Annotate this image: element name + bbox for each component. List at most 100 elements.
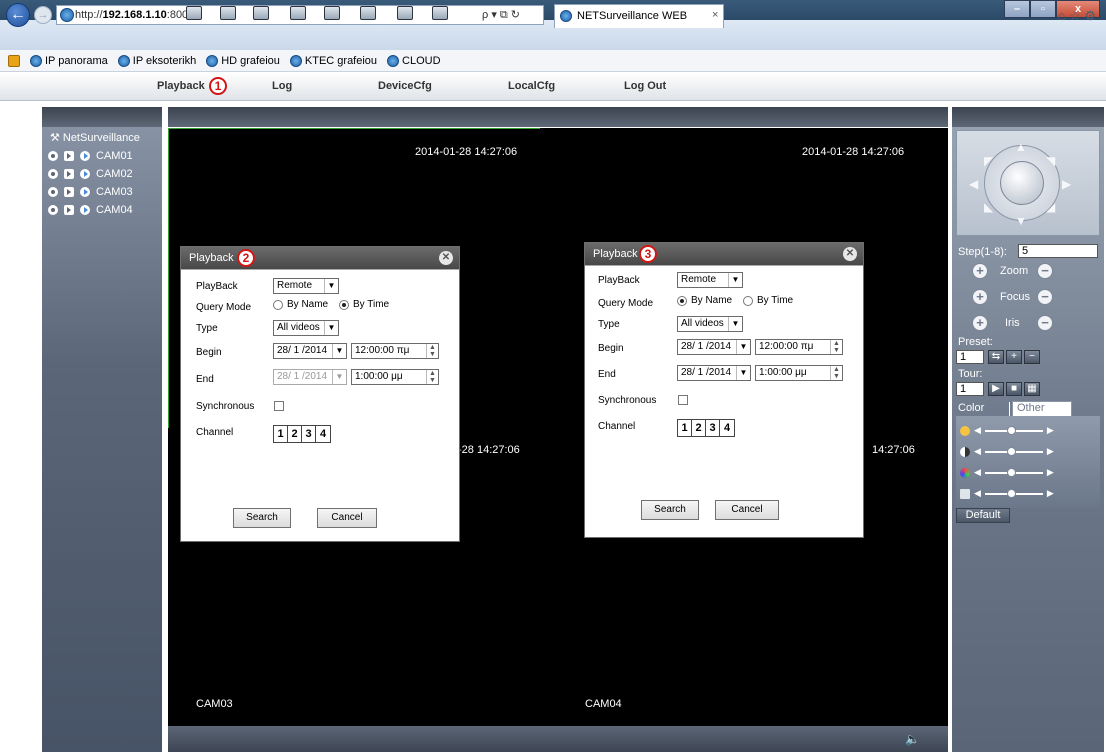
record-icon[interactable] bbox=[48, 187, 58, 197]
play-icon[interactable] bbox=[80, 187, 90, 197]
quad-view-icon[interactable] bbox=[253, 6, 269, 20]
browser-tab[interactable]: NETSurveillance WEB bbox=[554, 4, 724, 28]
favorite-link[interactable]: CLOUD bbox=[387, 54, 441, 67]
ptz-upright-icon[interactable]: ◥ bbox=[1046, 154, 1055, 168]
tour-input[interactable]: 1 bbox=[956, 382, 984, 396]
camera-row[interactable]: CAM02 bbox=[48, 168, 133, 180]
menu-devicecfg[interactable]: DeviceCfg bbox=[378, 80, 432, 92]
tour-stop-icon[interactable]: ■ bbox=[1006, 382, 1022, 396]
synchronous-checkbox[interactable] bbox=[274, 401, 284, 411]
favorite-link[interactable]: IP panorama bbox=[30, 54, 108, 67]
stream-icon[interactable] bbox=[64, 187, 74, 197]
tour-grid-icon[interactable]: ▦ bbox=[1024, 382, 1040, 396]
menu-logout[interactable]: Log Out bbox=[624, 80, 666, 92]
camera-row[interactable]: CAM01 bbox=[48, 150, 133, 162]
play-icon[interactable] bbox=[80, 151, 90, 161]
record-icon[interactable] bbox=[48, 169, 58, 179]
record-all-icon[interactable] bbox=[397, 6, 413, 20]
close-icon[interactable]: ✕ bbox=[439, 251, 453, 265]
stream-icon[interactable] bbox=[64, 151, 74, 161]
menu-log[interactable]: Log bbox=[272, 80, 292, 92]
single-view-icon[interactable] bbox=[220, 6, 236, 20]
tab-close-icon[interactable]: × bbox=[712, 9, 718, 21]
ptz-left-icon[interactable]: ◀ bbox=[969, 177, 978, 191]
spinner-icon[interactable]: ▲ ▼ bbox=[426, 344, 438, 358]
channel-1[interactable]: 1 bbox=[678, 420, 692, 436]
channel-2[interactable]: 2 bbox=[288, 426, 302, 442]
channel-4[interactable]: 4 bbox=[316, 426, 330, 442]
zoom-out-icon[interactable]: − bbox=[1037, 263, 1053, 279]
spinner-icon[interactable]: ▲ ▼ bbox=[830, 366, 842, 380]
by-name-radio[interactable] bbox=[677, 296, 687, 306]
by-time-radio[interactable] bbox=[339, 300, 349, 310]
end-time-input[interactable]: 1:00:00 μμ ▲ ▼ bbox=[755, 365, 843, 381]
ptz-upleft-icon[interactable]: ◤ bbox=[984, 154, 993, 168]
maximize-button[interactable]: ▫ bbox=[1030, 0, 1056, 18]
begin-time-input[interactable]: 12:00:00 πμ ▲ ▼ bbox=[351, 343, 439, 359]
menu-localcfg[interactable]: LocalCfg bbox=[508, 80, 555, 92]
begin-date-picker[interactable]: 28/ 1 /2014 ▼ bbox=[677, 339, 751, 355]
saturation-slider[interactable]: ◀ ▶ bbox=[960, 467, 1054, 478]
minimize-button[interactable]: – bbox=[1004, 0, 1030, 18]
ptz-downleft-icon[interactable]: ◣ bbox=[984, 200, 993, 214]
ptz-downright-icon[interactable]: ◢ bbox=[1046, 200, 1055, 214]
record-icon[interactable] bbox=[48, 205, 58, 215]
stream-icon[interactable] bbox=[64, 205, 74, 215]
goto-preset-icon[interactable]: ⇆ bbox=[988, 350, 1004, 364]
ptz-up-icon[interactable]: ▲ bbox=[1015, 140, 1027, 154]
home-favorites-tools-icons[interactable]: ⌂ ☆ ⚙ bbox=[1058, 8, 1096, 24]
open-all-icon[interactable] bbox=[290, 6, 306, 20]
channel-3[interactable]: 3 bbox=[706, 420, 720, 436]
ptz-right-icon[interactable]: ▶ bbox=[1062, 177, 1071, 191]
stop-record-icon[interactable] bbox=[432, 6, 448, 20]
close-icon[interactable]: ✕ bbox=[843, 247, 857, 261]
forward-button[interactable]: → bbox=[34, 6, 52, 24]
ptz-down-icon[interactable]: ▼ bbox=[1015, 214, 1027, 228]
cancel-button[interactable]: Cancel bbox=[317, 508, 377, 528]
playback-select[interactable]: Remote ▼ bbox=[273, 278, 339, 294]
focus-out-icon[interactable]: − bbox=[1037, 289, 1053, 305]
favorite-link[interactable]: IP eksoterikh bbox=[117, 54, 196, 67]
add-preset-icon[interactable]: + bbox=[1006, 350, 1022, 364]
playback-select[interactable]: Remote ▼ bbox=[677, 272, 743, 288]
speaker-muted-icon[interactable]: 🔈 bbox=[905, 732, 920, 746]
by-name-radio[interactable] bbox=[273, 300, 283, 310]
snapshot-icon[interactable] bbox=[360, 6, 376, 20]
camera-row[interactable]: CAM04 bbox=[48, 204, 133, 216]
iris-close-icon[interactable]: − bbox=[1037, 315, 1053, 331]
tab-other[interactable]: Other bbox=[1012, 401, 1072, 417]
begin-time-input[interactable]: 12:00:00 πμ ▲ ▼ bbox=[755, 339, 843, 355]
tour-play-icon[interactable]: ▶ bbox=[988, 382, 1004, 396]
menu-playback[interactable]: Playback bbox=[157, 80, 205, 92]
channel-4[interactable]: 4 bbox=[720, 420, 734, 436]
tab-color[interactable]: Color bbox=[954, 402, 1010, 416]
brightness-slider[interactable]: ◀ ▶ bbox=[960, 425, 1054, 436]
close-all-icon[interactable] bbox=[324, 6, 340, 20]
type-select[interactable]: All videos ▼ bbox=[677, 316, 743, 332]
begin-date-picker[interactable]: 28/ 1 /2014 ▼ bbox=[273, 343, 347, 359]
camera-row[interactable]: CAM03 bbox=[48, 186, 133, 198]
type-select[interactable]: All videos ▼ bbox=[273, 320, 339, 336]
back-button[interactable]: ← bbox=[6, 3, 30, 27]
play-icon[interactable] bbox=[80, 205, 90, 215]
contrast-slider[interactable]: ◀ ▶ bbox=[960, 446, 1054, 457]
favorite-link[interactable]: KTEC grafeiou bbox=[289, 54, 377, 67]
search-button[interactable]: Search bbox=[233, 508, 291, 528]
channel-1[interactable]: 1 bbox=[274, 426, 288, 442]
iris-open-icon[interactable]: + bbox=[972, 315, 988, 331]
synchronous-checkbox[interactable] bbox=[678, 395, 688, 405]
search-button[interactable]: Search bbox=[641, 500, 699, 520]
step-select[interactable]: 5 bbox=[1018, 244, 1098, 258]
spinner-icon[interactable]: ▲ ▼ bbox=[830, 340, 842, 354]
end-date-picker[interactable]: 28/ 1 /2014 ▼ bbox=[677, 365, 751, 381]
address-tools-icons[interactable]: ρ ▾ ⧉ ↻ bbox=[482, 8, 520, 22]
by-time-radio[interactable] bbox=[743, 296, 753, 306]
zoom-in-icon[interactable]: + bbox=[972, 263, 988, 279]
remove-preset-icon[interactable]: − bbox=[1024, 350, 1040, 364]
fullscreen-icon[interactable] bbox=[186, 6, 202, 20]
spinner-icon[interactable]: ▲ ▼ bbox=[426, 370, 438, 384]
play-icon[interactable] bbox=[80, 169, 90, 179]
end-time-input[interactable]: 1:00:00 μμ ▲ ▼ bbox=[351, 369, 439, 385]
cancel-button[interactable]: Cancel bbox=[715, 500, 779, 520]
channel-3[interactable]: 3 bbox=[302, 426, 316, 442]
